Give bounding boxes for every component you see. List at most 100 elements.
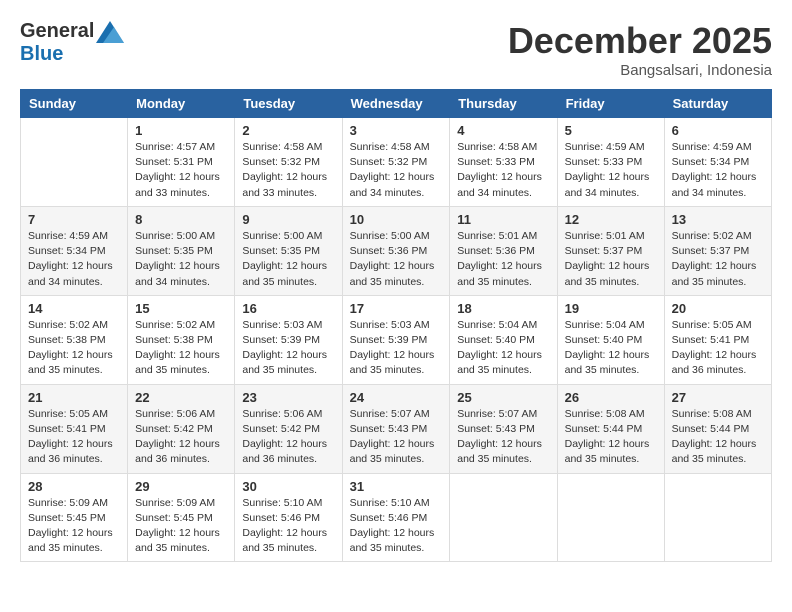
logo-icon: [96, 21, 124, 43]
day-number: 30: [242, 479, 334, 494]
calendar-header-friday: Friday: [557, 90, 664, 118]
day-info: Sunrise: 4:57 AM Sunset: 5:31 PM Dayligh…: [135, 140, 227, 201]
calendar-cell: 2 Sunrise: 4:58 AM Sunset: 5:32 PM Daylig…: [235, 118, 342, 207]
calendar-cell: 31Sunrise: 5:10 AM Sunset: 5:46 PM Dayli…: [342, 473, 450, 562]
day-number: 20: [672, 301, 764, 316]
day-number: 8: [135, 212, 227, 227]
calendar-week-1: 1 Sunrise: 4:57 AM Sunset: 5:31 PM Daylig…: [21, 118, 772, 207]
day-info: Sunrise: 5:01 AM Sunset: 5:37 PM Dayligh…: [565, 229, 657, 290]
calendar-week-3: 14 Sunrise: 5:02 AM Sunset: 5:38 PM Dayli…: [21, 295, 772, 384]
day-info: Sunrise: 4:58 AM Sunset: 5:33 PM Dayligh…: [457, 140, 549, 201]
day-number: 19: [565, 301, 657, 316]
calendar-cell: 28Sunrise: 5:09 AM Sunset: 5:45 PM Dayli…: [21, 473, 128, 562]
calendar-header-tuesday: Tuesday: [235, 90, 342, 118]
day-info: Sunrise: 5:05 AM Sunset: 5:41 PM Dayligh…: [672, 318, 764, 379]
calendar-week-5: 28Sunrise: 5:09 AM Sunset: 5:45 PM Dayli…: [21, 473, 772, 562]
calendar-cell: 14 Sunrise: 5:02 AM Sunset: 5:38 PM Dayli…: [21, 295, 128, 384]
day-info: Sunrise: 5:00 AM Sunset: 5:36 PM Dayligh…: [350, 229, 443, 290]
calendar-cell: 26 Sunrise: 5:08 AM Sunset: 5:44 PM Dayli…: [557, 384, 664, 473]
day-number: 26: [565, 390, 657, 405]
month-title: December 2025: [508, 20, 772, 62]
day-info: Sunrise: 5:08 AM Sunset: 5:44 PM Dayligh…: [565, 407, 657, 468]
page-header: General Blue December 2025 Bangsalsari, …: [20, 20, 772, 79]
day-info: Sunrise: 4:58 AM Sunset: 5:32 PM Dayligh…: [242, 140, 334, 201]
calendar-cell: 18 Sunrise: 5:04 AM Sunset: 5:40 PM Dayli…: [450, 295, 557, 384]
calendar-cell: 1 Sunrise: 4:57 AM Sunset: 5:31 PM Daylig…: [128, 118, 235, 207]
calendar-cell: 21 Sunrise: 5:05 AM Sunset: 5:41 PM Dayli…: [21, 384, 128, 473]
calendar-cell: 16Sunrise: 5:03 AM Sunset: 5:39 PM Dayli…: [235, 295, 342, 384]
calendar-cell: [664, 473, 771, 562]
day-info: Sunrise: 5:10 AM Sunset: 5:46 PM Dayligh…: [350, 496, 443, 557]
calendar-header-wednesday: Wednesday: [342, 90, 450, 118]
calendar-cell: 5 Sunrise: 4:59 AM Sunset: 5:33 PM Daylig…: [557, 118, 664, 207]
calendar-cell: 22Sunrise: 5:06 AM Sunset: 5:42 PM Dayli…: [128, 384, 235, 473]
calendar-cell: 12 Sunrise: 5:01 AM Sunset: 5:37 PM Dayli…: [557, 206, 664, 295]
calendar-cell: 11Sunrise: 5:01 AM Sunset: 5:36 PM Dayli…: [450, 206, 557, 295]
calendar-cell: 13 Sunrise: 5:02 AM Sunset: 5:37 PM Dayli…: [664, 206, 771, 295]
calendar-header-sunday: Sunday: [21, 90, 128, 118]
day-number: 18: [457, 301, 549, 316]
calendar-cell: 25 Sunrise: 5:07 AM Sunset: 5:43 PM Dayli…: [450, 384, 557, 473]
day-info: Sunrise: 5:05 AM Sunset: 5:41 PM Dayligh…: [28, 407, 120, 468]
day-info: Sunrise: 5:02 AM Sunset: 5:38 PM Dayligh…: [28, 318, 120, 379]
day-number: 2: [242, 123, 334, 138]
calendar-header-thursday: Thursday: [450, 90, 557, 118]
day-number: 6: [672, 123, 764, 138]
calendar-cell: 7 Sunrise: 4:59 AM Sunset: 5:34 PM Daylig…: [21, 206, 128, 295]
day-info: Sunrise: 5:06 AM Sunset: 5:42 PM Dayligh…: [242, 407, 334, 468]
title-section: December 2025 Bangsalsari, Indonesia: [508, 20, 772, 79]
day-number: 9: [242, 212, 334, 227]
day-number: 10: [350, 212, 443, 227]
day-number: 23: [242, 390, 334, 405]
calendar-cell: 30 Sunrise: 5:10 AM Sunset: 5:46 PM Dayli…: [235, 473, 342, 562]
day-number: 14: [28, 301, 120, 316]
day-info: Sunrise: 5:04 AM Sunset: 5:40 PM Dayligh…: [457, 318, 549, 379]
logo-blue-text: Blue: [20, 43, 63, 66]
day-number: 12: [565, 212, 657, 227]
calendar-week-4: 21 Sunrise: 5:05 AM Sunset: 5:41 PM Dayli…: [21, 384, 772, 473]
calendar-cell: [450, 473, 557, 562]
calendar-cell: 9Sunrise: 5:00 AM Sunset: 5:35 PM Daylig…: [235, 206, 342, 295]
day-number: 7: [28, 212, 120, 227]
calendar-cell: 3 Sunrise: 4:58 AM Sunset: 5:32 PM Daylig…: [342, 118, 450, 207]
calendar-cell: [557, 473, 664, 562]
day-number: 11: [457, 212, 549, 227]
calendar-cell: 23 Sunrise: 5:06 AM Sunset: 5:42 PM Dayli…: [235, 384, 342, 473]
calendar-cell: 6 Sunrise: 4:59 AM Sunset: 5:34 PM Daylig…: [664, 118, 771, 207]
day-info: Sunrise: 5:09 AM Sunset: 5:45 PM Dayligh…: [135, 496, 227, 557]
day-info: Sunrise: 5:08 AM Sunset: 5:44 PM Dayligh…: [672, 407, 764, 468]
day-number: 17: [350, 301, 443, 316]
logo-general-text: General: [20, 20, 94, 43]
day-number: 25: [457, 390, 549, 405]
logo: General Blue: [20, 20, 124, 66]
day-info: Sunrise: 4:59 AM Sunset: 5:34 PM Dayligh…: [28, 229, 120, 290]
day-info: Sunrise: 5:10 AM Sunset: 5:46 PM Dayligh…: [242, 496, 334, 557]
day-info: Sunrise: 5:02 AM Sunset: 5:38 PM Dayligh…: [135, 318, 227, 379]
calendar-week-2: 7 Sunrise: 4:59 AM Sunset: 5:34 PM Daylig…: [21, 206, 772, 295]
calendar-cell: 20 Sunrise: 5:05 AM Sunset: 5:41 PM Dayli…: [664, 295, 771, 384]
day-number: 1: [135, 123, 227, 138]
day-info: Sunrise: 5:06 AM Sunset: 5:42 PM Dayligh…: [135, 407, 227, 468]
day-info: Sunrise: 4:59 AM Sunset: 5:33 PM Dayligh…: [565, 140, 657, 201]
calendar-cell: 19 Sunrise: 5:04 AM Sunset: 5:40 PM Dayli…: [557, 295, 664, 384]
day-number: 24: [350, 390, 443, 405]
day-number: 5: [565, 123, 657, 138]
calendar-table: SundayMondayTuesdayWednesdayThursdayFrid…: [20, 89, 772, 562]
day-info: Sunrise: 4:58 AM Sunset: 5:32 PM Dayligh…: [350, 140, 443, 201]
calendar-cell: 17Sunrise: 5:03 AM Sunset: 5:39 PM Dayli…: [342, 295, 450, 384]
day-number: 13: [672, 212, 764, 227]
calendar-cell: [21, 118, 128, 207]
day-number: 3: [350, 123, 443, 138]
day-info: Sunrise: 5:07 AM Sunset: 5:43 PM Dayligh…: [350, 407, 443, 468]
day-number: 4: [457, 123, 549, 138]
day-info: Sunrise: 5:07 AM Sunset: 5:43 PM Dayligh…: [457, 407, 549, 468]
calendar-header-row: SundayMondayTuesdayWednesdayThursdayFrid…: [21, 90, 772, 118]
day-number: 29: [135, 479, 227, 494]
day-info: Sunrise: 5:02 AM Sunset: 5:37 PM Dayligh…: [672, 229, 764, 290]
day-number: 21: [28, 390, 120, 405]
calendar-header-monday: Monday: [128, 90, 235, 118]
day-info: Sunrise: 5:00 AM Sunset: 5:35 PM Dayligh…: [135, 229, 227, 290]
calendar-cell: 15Sunrise: 5:02 AM Sunset: 5:38 PM Dayli…: [128, 295, 235, 384]
day-info: Sunrise: 4:59 AM Sunset: 5:34 PM Dayligh…: [672, 140, 764, 201]
day-info: Sunrise: 5:04 AM Sunset: 5:40 PM Dayligh…: [565, 318, 657, 379]
